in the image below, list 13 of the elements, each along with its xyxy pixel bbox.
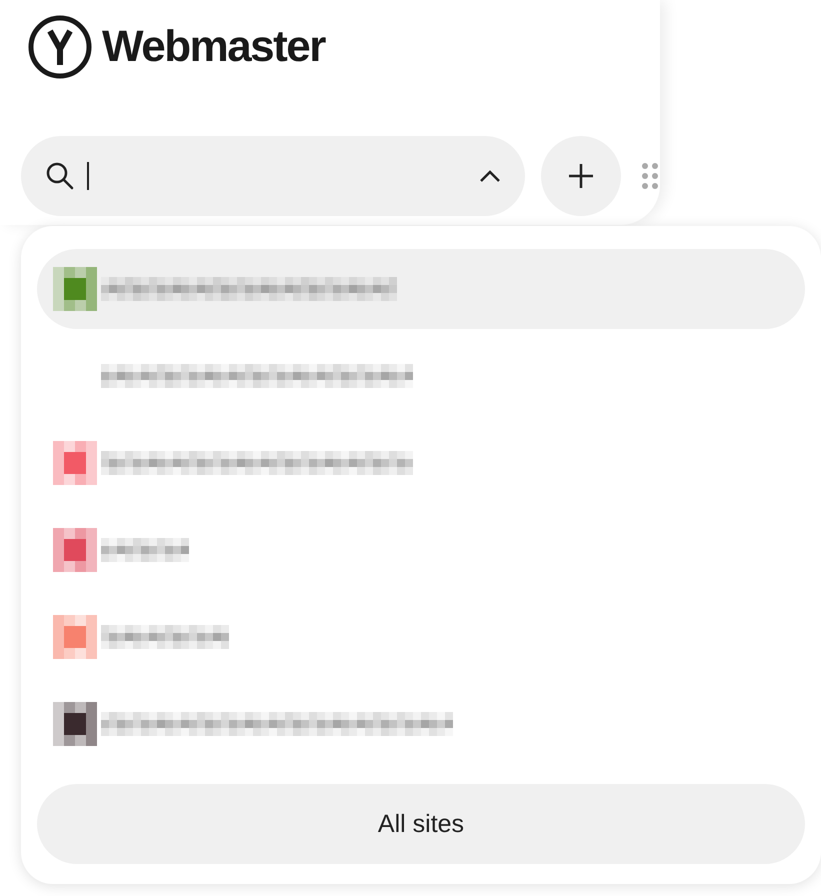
logo-text: Webmaster [102,22,325,72]
favicon-icon [53,702,97,746]
chevron-up-icon[interactable] [479,169,501,183]
grip-icon[interactable] [641,162,659,190]
plus-icon [567,162,595,190]
favicon-icon [53,267,97,311]
favicon-icon [53,441,97,485]
all-sites-button[interactable]: All sites [37,784,805,864]
favicon-icon [53,528,97,572]
text-cursor [87,162,89,190]
favicon-icon [53,615,97,659]
search-icon [45,161,75,191]
logo-icon [28,15,92,79]
